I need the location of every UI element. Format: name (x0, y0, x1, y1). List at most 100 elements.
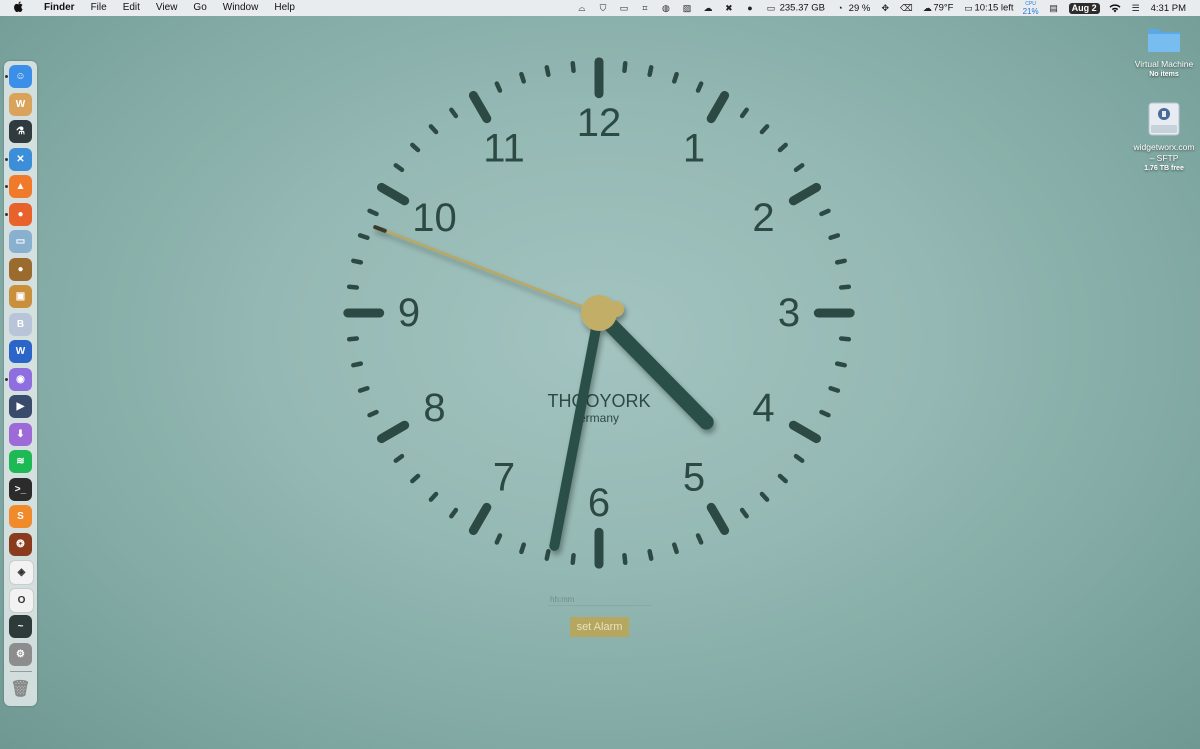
xcode-tools-icon: ✕ (16, 153, 25, 165)
dock-app-xcode-tools[interactable]: ✕ (9, 147, 32, 171)
lab-icon: ⚗ (16, 126, 25, 137)
dock-running-indicator (5, 75, 8, 78)
dock-app-infuse[interactable]: ▶ (9, 395, 32, 418)
minute-tick (777, 142, 788, 153)
finder-icon: ☺ (15, 71, 26, 82)
clock-numeral: 5 (683, 456, 705, 500)
dock-app-image-app[interactable]: ▣ (9, 285, 32, 308)
dock-app-brave[interactable]: ▲ (9, 175, 32, 198)
clock-hub (581, 295, 617, 331)
coffee-icon: ❂ (16, 538, 25, 550)
dock-app-coffee[interactable]: ❂ (9, 532, 32, 556)
dock-app-layers[interactable]: ◈ (9, 560, 34, 585)
spotify-icon: ≋ (16, 456, 25, 467)
minute-tick (428, 124, 439, 135)
activity-monitor-icon: ~ (17, 621, 24, 632)
clock-numeral: 9 (398, 291, 420, 335)
hour-tick (706, 502, 730, 536)
clock-numeral: 1 (683, 126, 705, 170)
clock-numeral: 4 (752, 386, 774, 430)
dock-app-firefox[interactable]: ● (9, 202, 32, 226)
dock-app-cyberduck[interactable]: ● (9, 257, 32, 281)
minute-tick (346, 336, 360, 342)
word-doc-icon: W (15, 98, 26, 110)
dock-app-preview[interactable]: ▭ (9, 230, 32, 253)
dock-app-microsoft-word[interactable]: W (9, 340, 32, 363)
second-hand-tip (373, 225, 387, 233)
minute-tick (819, 208, 831, 217)
minute-tick (346, 284, 360, 290)
nova-icon: ◉ (16, 373, 25, 385)
minute-tick (828, 233, 841, 240)
dock-running-indicator (5, 377, 8, 381)
dock-app-nova[interactable]: ◉ (9, 367, 32, 391)
minute-tick (367, 409, 379, 418)
clock-numeral: 8 (423, 386, 445, 430)
dock-app-word-doc[interactable]: W (9, 92, 32, 116)
dock-running-indicator (5, 212, 8, 216)
folder-icon (1148, 29, 1180, 52)
minute-tick (410, 142, 421, 153)
dock-app-lab[interactable]: ⚗ (9, 120, 32, 143)
cyberduck-icon: ● (17, 263, 24, 275)
minute-tick (544, 548, 551, 561)
desktop-item-sftp-volume[interactable]: widgetworx.com – SFTP 1.76 TB free (1132, 101, 1196, 173)
trash-icon: 🗑 (10, 680, 31, 698)
minute-tick (739, 107, 749, 119)
bbedit-icon: B (16, 318, 25, 330)
minute-tick (410, 473, 421, 484)
desktop-item-virtual-machine[interactable]: Virtual Machine No items (1132, 24, 1196, 79)
dock-app-system-preferences[interactable]: ⚙ (9, 642, 32, 666)
dock-separator (10, 671, 32, 672)
minute-tick (647, 548, 654, 561)
dock-app-activity-monitor[interactable]: ~ (9, 615, 32, 638)
minute-tick (393, 453, 405, 463)
image-app-icon: ▣ (15, 291, 26, 302)
minute-tick (449, 107, 459, 119)
dock-running-indicator (5, 185, 8, 188)
minute-tick (570, 552, 576, 566)
setapp-icon: S (17, 511, 24, 522)
minute-tick (393, 163, 405, 173)
dock-app-opera[interactable]: O (9, 587, 34, 613)
dock-app-bbedit[interactable]: B (9, 312, 32, 336)
dock-app-terminal[interactable]: >_ (9, 477, 32, 501)
clock-numeral: 12 (577, 101, 622, 145)
minute-tick (351, 258, 364, 265)
set-alarm-button[interactable]: set Alarm (570, 617, 629, 637)
minute-tick (695, 533, 704, 545)
hour-tick (376, 182, 410, 206)
system-preferences-icon: ⚙ (16, 648, 25, 660)
hour-tick (376, 420, 410, 444)
minute-tick (819, 409, 831, 418)
dock-app-downie[interactable]: ⬇ (9, 422, 32, 446)
minute-tick (838, 336, 852, 342)
minute-tick (777, 473, 788, 484)
hour-tick (706, 90, 730, 124)
minute-tick (494, 533, 503, 545)
minute-tick (494, 81, 503, 93)
minute-tick (793, 453, 805, 463)
clock-numeral: 10 (412, 196, 457, 240)
minute-tick (647, 65, 654, 78)
terminal-icon: >_ (14, 483, 27, 495)
dock-app-finder[interactable]: ☺ (9, 65, 32, 88)
alarm-time-input[interactable] (548, 593, 652, 606)
minute-tick (357, 233, 370, 240)
minute-tick (828, 386, 841, 393)
dock-app-setapp[interactable]: S (9, 505, 32, 528)
minute-tick (672, 71, 679, 84)
firefox-icon: ● (17, 208, 24, 220)
clock-city-label: THOOYORK (547, 391, 650, 411)
dock-trash[interactable]: 🗑 (9, 677, 32, 700)
minute-tick (519, 542, 526, 555)
minute-tick (834, 258, 847, 265)
clock-numeral: 3 (778, 291, 800, 335)
network-drive-icon (1148, 102, 1180, 136)
dock-app-spotify[interactable]: ≋ (9, 450, 32, 473)
infuse-icon: ▶ (16, 401, 25, 412)
hour-tick (788, 420, 822, 444)
minute-tick (428, 491, 439, 502)
hour-tick (788, 182, 822, 206)
minute-tick (351, 361, 364, 368)
